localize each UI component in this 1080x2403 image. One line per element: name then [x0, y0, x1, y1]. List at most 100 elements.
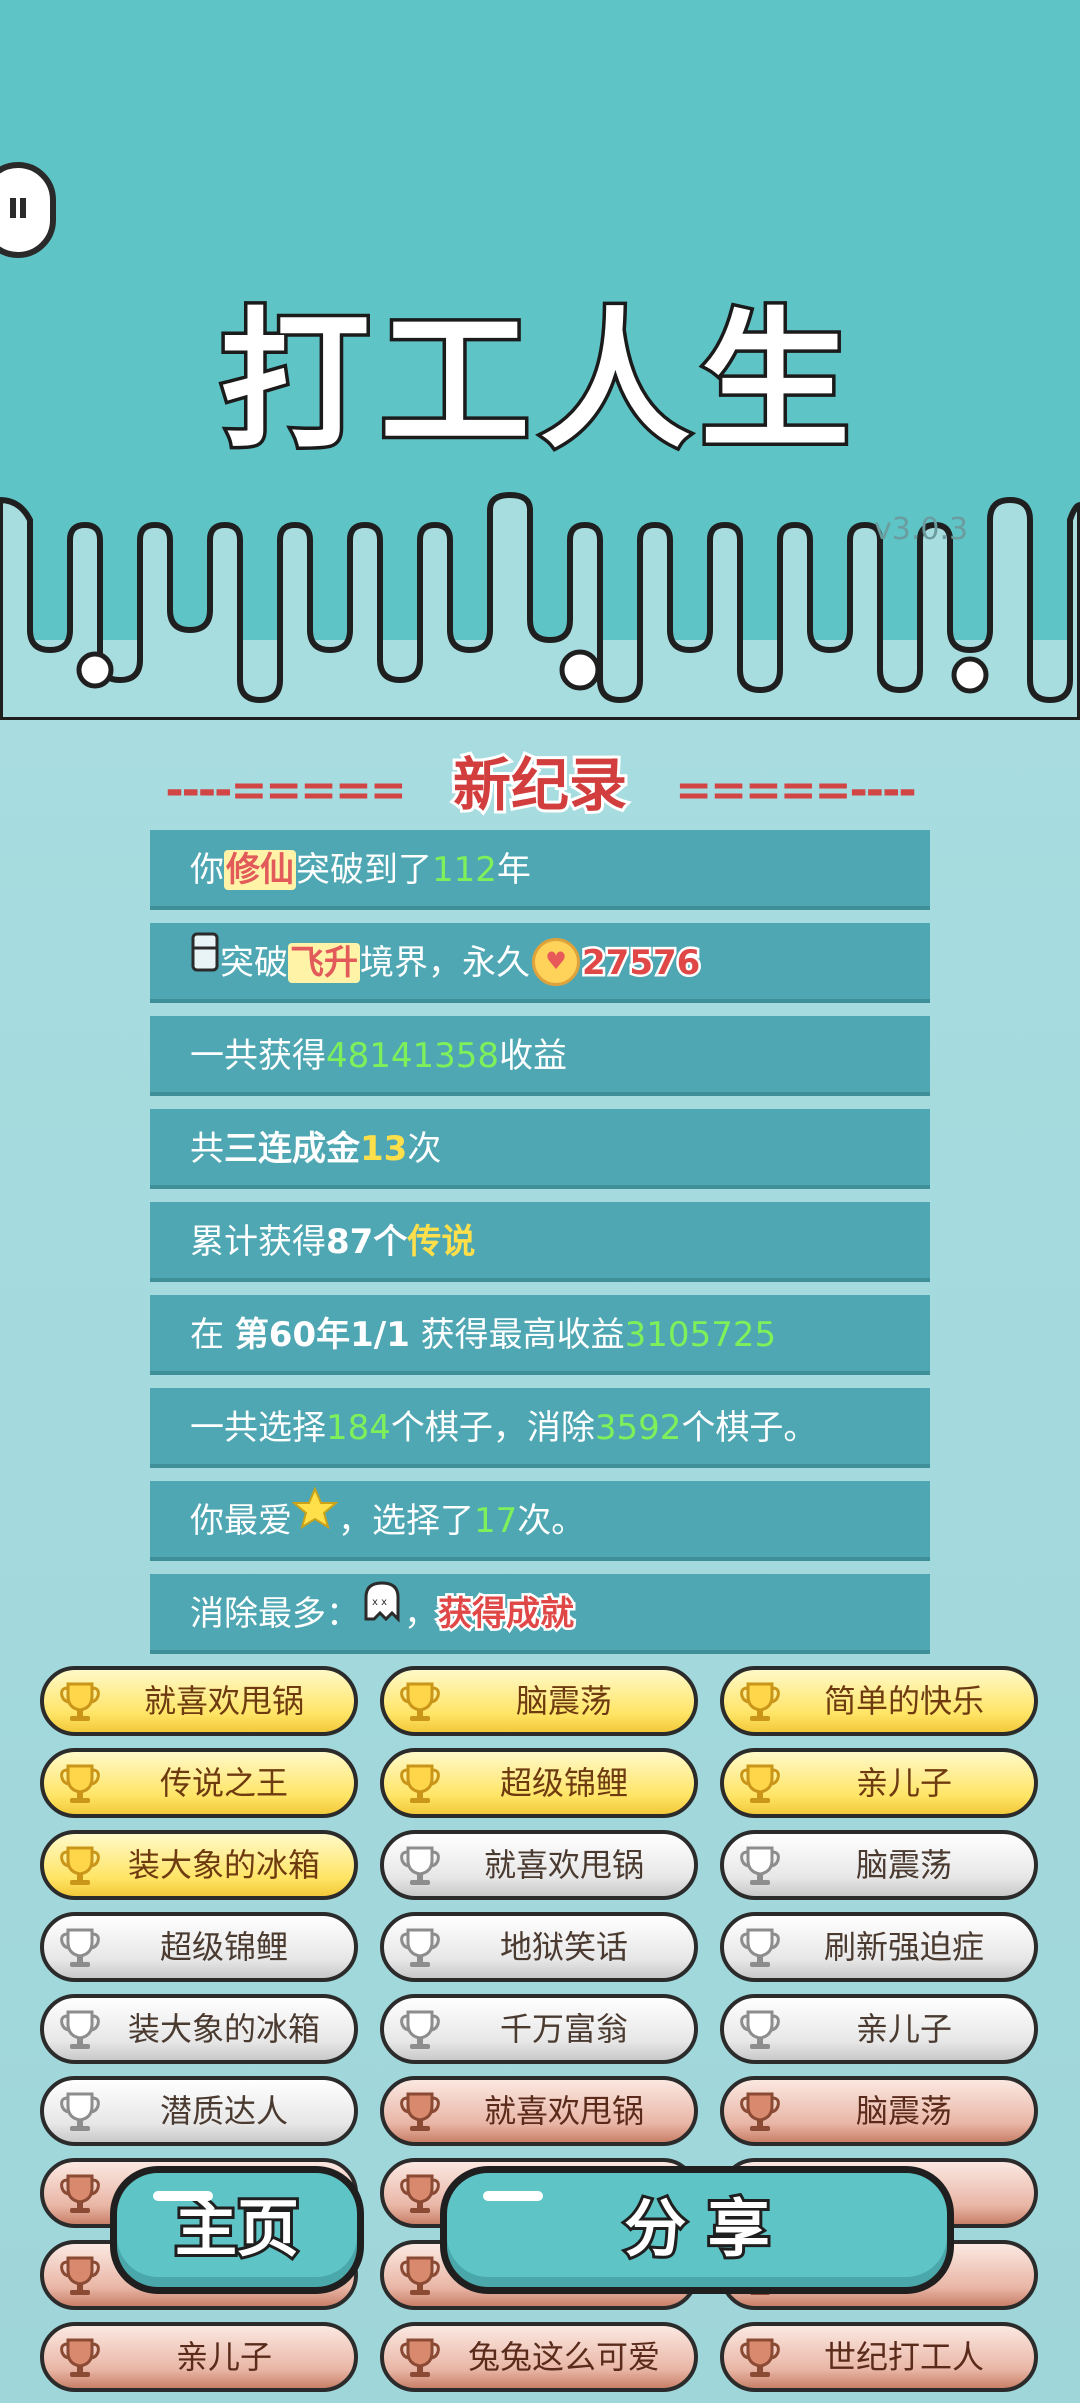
achievement-badge[interactable]: 刷新强迫症: [720, 1912, 1038, 1982]
stat-row: 突破飞升境界，永久 ♥ 27576: [150, 923, 930, 1003]
stat-text: 你: [190, 850, 224, 890]
achievement-label: 千万富翁: [499, 2010, 628, 2048]
stat-text: 突破: [220, 943, 288, 983]
achievement-badge[interactable]: 就喜欢甩锅: [40, 1666, 358, 1736]
achievement-label: 超级锦鲤: [499, 1764, 628, 1802]
fridge-icon: [190, 923, 220, 999]
stat-row: 累计获得87个传说: [150, 1202, 930, 1282]
trophy-icon: [398, 1680, 442, 1724]
achievement-label: 脑震荡: [855, 1846, 952, 1884]
trophy-icon: [398, 2090, 442, 2134]
trophy-icon: [398, 1926, 442, 1970]
heading-dash-right: =====----: [675, 765, 916, 816]
version-label: v3.0.3: [874, 512, 969, 547]
stat-text: 飞升: [288, 943, 360, 983]
achievement-badge[interactable]: 脑震荡: [380, 1666, 698, 1736]
trophy-icon: [58, 2336, 102, 2380]
stat-text: 在: [190, 1315, 235, 1355]
trophy-icon: [738, 1926, 782, 1970]
achievement-badge[interactable]: 亲儿子: [720, 1994, 1038, 2064]
trophy-icon: [738, 1680, 782, 1724]
button-shine: [153, 2191, 213, 2201]
trophy-icon: [738, 2336, 782, 2380]
achievement-label: 兔兔这么可爱: [467, 2338, 660, 2376]
achievement-label: 脑震荡: [515, 1682, 612, 1720]
achievement-label: 装大象的冰箱: [127, 2010, 320, 2048]
stat-row: 共三连成金13次: [150, 1109, 930, 1189]
stat-text: 次。: [517, 1501, 586, 1541]
achievement-badge[interactable]: 脑震荡: [720, 1830, 1038, 1900]
achievement-label: 刷新强迫症: [823, 1928, 984, 1966]
achievement-badge[interactable]: 亲儿子: [720, 1748, 1038, 1818]
stat-text: 修仙: [224, 850, 296, 890]
achievement-label: 亲儿子: [855, 2010, 952, 2048]
star-icon: [291, 1481, 339, 1557]
stat-text: 48141358: [326, 1036, 500, 1076]
achievement-badge[interactable]: 就喜欢甩锅: [380, 1830, 698, 1900]
stat-text: 3105725: [624, 1315, 777, 1355]
trophy-icon: [738, 2090, 782, 2134]
trophy-icon: [398, 2008, 442, 2052]
stat-text: 27576: [579, 941, 702, 986]
achievement-label: 亲儿子: [175, 2338, 272, 2376]
stat-text: 共: [190, 1129, 224, 1169]
trophy-icon: [398, 2172, 442, 2216]
achievement-badge[interactable]: 简单的快乐: [720, 1666, 1038, 1736]
achievement-label: 简单的快乐: [823, 1682, 984, 1720]
stat-text: 累计获得: [190, 1222, 326, 1262]
achievement-badge[interactable]: 世纪打工人: [720, 2322, 1038, 2392]
share-button-label: 分 享: [621, 2189, 773, 2268]
stat-row: 一共获得48141358收益: [150, 1016, 930, 1096]
svg-text:x x: x x: [372, 1597, 387, 1608]
achievement-badge[interactable]: 千万富翁: [380, 1994, 698, 2064]
achievement-badge[interactable]: 潜质达人: [40, 2076, 358, 2146]
stat-text: 境界，永久: [360, 943, 530, 983]
achievement-label: 就喜欢甩锅: [143, 1682, 304, 1720]
achievement-badge[interactable]: 超级锦鲤: [40, 1912, 358, 1982]
achievement-label: 装大象的冰箱: [127, 1846, 320, 1884]
heading-dash-left: ----=====: [165, 765, 406, 816]
trophy-icon: [738, 2008, 782, 2052]
achievement-badge[interactable]: 就喜欢甩锅: [380, 2076, 698, 2146]
trophy-icon: [58, 2254, 102, 2298]
achievement-badge[interactable]: 装大象的冰箱: [40, 1994, 358, 2064]
stat-text: 17: [474, 1501, 518, 1541]
stat-row: 一共选择184个棋子，消除3592个棋子。: [150, 1388, 930, 1468]
stat-text: 第60年1/1: [234, 1315, 410, 1355]
achievement-label: 传说之王: [159, 1764, 288, 1802]
achievement-badge[interactable]: 兔兔这么可爱: [380, 2322, 698, 2392]
trophy-icon: [738, 1844, 782, 1888]
stat-text: 一共选择: [190, 1408, 326, 1448]
stat-text: 获得成就: [436, 1592, 577, 1637]
stat-row: 你最爱 ，选择了17次。: [150, 1481, 930, 1561]
achievement-badge[interactable]: 超级锦鲤: [380, 1748, 698, 1818]
achievement-badge[interactable]: 传说之王: [40, 1748, 358, 1818]
button-shine: [483, 2191, 543, 2201]
trophy-icon: [58, 1844, 102, 1888]
trophy-icon: [58, 1762, 102, 1806]
stat-text: 次: [407, 1129, 442, 1169]
achievement-label: 就喜欢甩锅: [483, 1846, 644, 1884]
stat-text: ，选择了: [338, 1501, 474, 1541]
achievement-badge[interactable]: 亲儿子: [40, 2322, 358, 2392]
achievement-label: 脑震荡: [855, 2092, 952, 2130]
achievement-badge[interactable]: 脑震荡: [720, 2076, 1038, 2146]
trophy-icon: [58, 1680, 102, 1724]
pause-button[interactable]: [0, 162, 56, 258]
trophy-icon: [398, 2254, 442, 2298]
achievement-label: 就喜欢甩锅: [483, 2092, 644, 2130]
stat-text: 112: [432, 850, 497, 890]
stat-text: 年: [496, 850, 531, 890]
home-button[interactable]: 主页: [110, 2166, 364, 2294]
share-button[interactable]: 分 享: [440, 2166, 954, 2294]
achievement-badge[interactable]: 装大象的冰箱: [40, 1830, 358, 1900]
stat-text: 184: [326, 1408, 391, 1448]
stat-text: 87个: [326, 1222, 408, 1262]
stat-text: 个棋子。: [681, 1408, 818, 1448]
achievement-label: 地狱笑话: [499, 1928, 628, 1966]
trophy-icon: [58, 2090, 102, 2134]
stat-text: 三连成金: [224, 1129, 360, 1169]
trophy-icon: [738, 1762, 782, 1806]
achievement-badge[interactable]: 地狱笑话: [380, 1912, 698, 1982]
achievement-label: 世纪打工人: [823, 2338, 984, 2376]
